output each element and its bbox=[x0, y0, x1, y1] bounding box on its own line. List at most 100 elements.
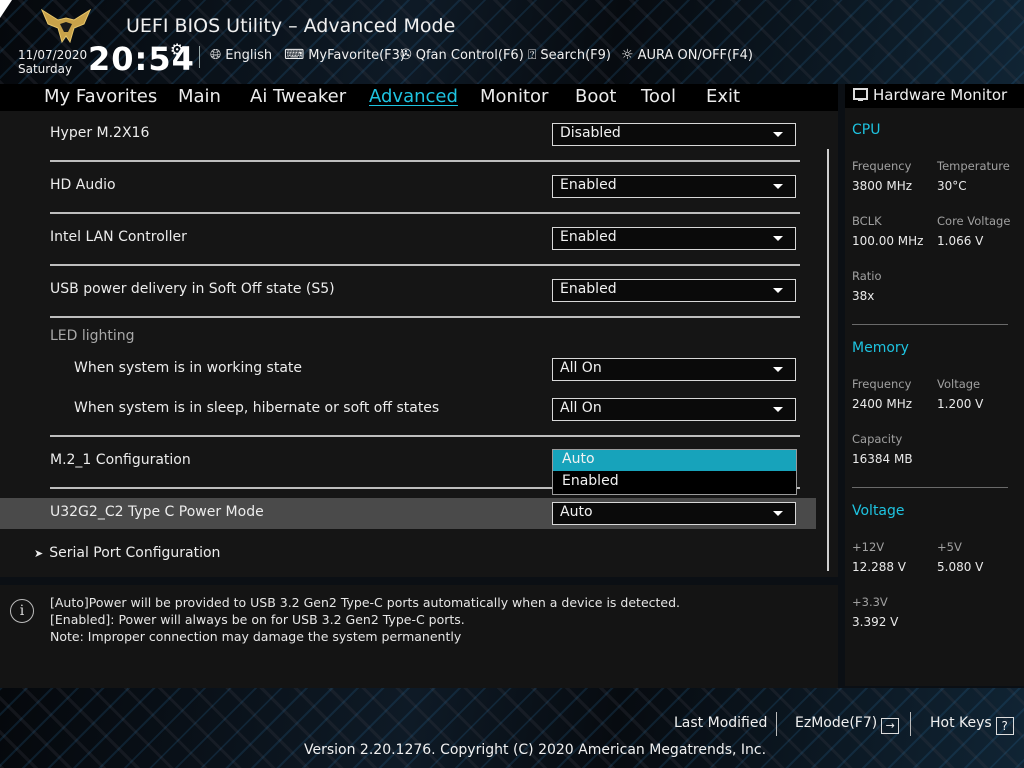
language-label: English bbox=[225, 47, 273, 63]
help-text-line: [Enabled]: Power will always be on for U… bbox=[50, 612, 465, 627]
search-label: Search(F9) bbox=[540, 47, 611, 63]
settings-gear-icon[interactable]: ⚙ bbox=[170, 40, 184, 59]
hotkeys-label: Hot Keys bbox=[930, 715, 992, 731]
cpu-temperature-label: Temperature bbox=[937, 159, 1010, 173]
mouse-cursor-icon bbox=[0, 0, 12, 18]
v12-value: 12.288 V bbox=[852, 560, 907, 574]
usb-power-dropdown[interactable]: Enabled bbox=[552, 279, 796, 302]
m2-config-label: M.2_1 Configuration bbox=[50, 452, 191, 468]
fan-icon: ✇ bbox=[400, 47, 412, 63]
voltage-section-title: Voltage bbox=[852, 503, 905, 519]
v12-label: +12V bbox=[852, 540, 885, 554]
hd-audio-label: HD Audio bbox=[50, 177, 116, 193]
led-sleep-dropdown[interactable]: All On bbox=[552, 398, 796, 421]
led-lighting-section-label: LED lighting bbox=[50, 328, 135, 344]
monitor-icon bbox=[853, 88, 868, 101]
chevron-down-icon bbox=[773, 236, 783, 241]
cpu-frequency-value: 3800 MHz bbox=[852, 179, 913, 193]
u32g2-dropdown[interactable]: Auto bbox=[552, 502, 796, 525]
hardware-monitor-panel: Hardware Monitor CPU Frequency Temperatu… bbox=[845, 84, 1024, 686]
tab-ai-tweaker[interactable]: Ai Tweaker bbox=[250, 86, 346, 107]
serial-port-label: Serial Port Configuration bbox=[49, 545, 221, 561]
globe-icon: 🌐︎ bbox=[210, 47, 222, 63]
v33-value: 3.392 V bbox=[852, 615, 899, 629]
aura-toggle-button[interactable]: ☼ AURA ON/OFF(F4) bbox=[621, 47, 753, 63]
window-title: UEFI BIOS Utility – Advanced Mode bbox=[126, 15, 456, 37]
hardware-monitor-header: Hardware Monitor bbox=[845, 84, 1024, 108]
help-search-icon: ⍰ bbox=[528, 47, 537, 63]
tab-advanced[interactable]: Advanced bbox=[369, 86, 458, 107]
intel-lan-dropdown[interactable]: Enabled bbox=[552, 227, 796, 250]
popup-option-enabled[interactable]: Enabled bbox=[553, 472, 796, 493]
tab-exit[interactable]: Exit bbox=[706, 86, 740, 107]
version-text: Version 2.20.1276. Copyright (C) 2020 Am… bbox=[304, 742, 767, 758]
section-divider bbox=[852, 324, 1008, 325]
qfan-control-button[interactable]: ✇ Qfan Control(F6) bbox=[400, 47, 524, 63]
search-button[interactable]: ⍰ Search(F9) bbox=[528, 47, 611, 63]
row-divider bbox=[50, 160, 800, 162]
date-display: 11/07/2020 Saturday bbox=[18, 48, 87, 76]
ratio-value: 38x bbox=[852, 289, 875, 303]
language-button[interactable]: 🌐︎ English bbox=[210, 47, 272, 63]
serial-port-config-link[interactable]: ➤ Serial Port Configuration bbox=[34, 545, 220, 561]
hyper-m2-value: Disabled bbox=[560, 125, 621, 141]
row-divider bbox=[50, 316, 800, 318]
ezmode-label: EzMode(F7) bbox=[795, 715, 878, 731]
popup-option-enabled-label: Enabled bbox=[562, 473, 619, 489]
bclk-label: BCLK bbox=[852, 214, 882, 228]
v5-value: 5.080 V bbox=[937, 560, 984, 574]
qfan-label: Qfan Control(F6) bbox=[415, 47, 524, 63]
help-text-line: [Auto]Power will be provided to USB 3.2 … bbox=[50, 595, 681, 610]
memory-frequency-label: Frequency bbox=[852, 377, 912, 391]
main-menu-bar: My Favorites Main Ai Tweaker Advanced Mo… bbox=[0, 84, 838, 111]
exit-arrow-icon: → bbox=[881, 718, 900, 734]
section-divider bbox=[852, 487, 1008, 488]
tab-main[interactable]: Main bbox=[178, 86, 221, 107]
footer-divider bbox=[910, 712, 911, 736]
ezmode-button[interactable]: EzMode(F7) → bbox=[795, 715, 900, 734]
v33-label: +3.3V bbox=[852, 595, 888, 609]
hardware-monitor-title: Hardware Monitor bbox=[873, 86, 1008, 104]
tab-tool[interactable]: Tool bbox=[641, 86, 676, 107]
memory-section-title: Memory bbox=[852, 340, 909, 356]
chevron-down-icon bbox=[773, 132, 783, 137]
footer-divider bbox=[776, 712, 777, 736]
hd-audio-dropdown[interactable]: Enabled bbox=[552, 175, 796, 198]
tab-my-favorites[interactable]: My Favorites bbox=[44, 86, 157, 107]
hyper-m2-label: Hyper M.2X16 bbox=[50, 125, 150, 141]
cpu-section-title: CPU bbox=[852, 122, 881, 138]
chevron-down-icon bbox=[773, 407, 783, 412]
core-voltage-value: 1.066 V bbox=[937, 234, 984, 248]
help-text-line: Note: Improper connection may damage the… bbox=[50, 629, 462, 644]
tab-boot[interactable]: Boot bbox=[575, 86, 616, 107]
u32g2-label: U32G2_C2 Type C Power Mode bbox=[50, 504, 264, 520]
cpu-temperature-value: 30°C bbox=[937, 179, 967, 193]
chevron-right-icon: ➤ bbox=[34, 547, 44, 560]
usb-power-value: Enabled bbox=[560, 281, 617, 297]
popup-option-auto[interactable]: Auto bbox=[553, 450, 796, 471]
bclk-value: 100.00 MHz bbox=[852, 234, 924, 248]
myfavorite-label: MyFavorite(F3) bbox=[308, 47, 405, 63]
led-working-dropdown[interactable]: All On bbox=[552, 358, 796, 381]
tab-monitor[interactable]: Monitor bbox=[480, 86, 548, 107]
hd-audio-value: Enabled bbox=[560, 177, 617, 193]
myfavorite-button[interactable]: ⌨ MyFavorite(F3) bbox=[284, 47, 405, 63]
question-icon: ? bbox=[995, 717, 1014, 735]
chevron-down-icon bbox=[773, 367, 783, 372]
led-working-value: All On bbox=[560, 360, 602, 376]
core-voltage-label: Core Voltage bbox=[937, 214, 1011, 228]
hotkeys-button[interactable]: Hot Keys? bbox=[930, 715, 1014, 735]
hyper-m2-dropdown[interactable]: Disabled bbox=[552, 123, 796, 146]
v5-label: +5V bbox=[937, 540, 962, 554]
day-text: Saturday bbox=[18, 62, 73, 76]
date-text: 11/07/2020 bbox=[18, 48, 88, 62]
scrollbar[interactable] bbox=[827, 149, 829, 571]
aura-label: AURA ON/OFF(F4) bbox=[637, 47, 753, 63]
ratio-label: Ratio bbox=[852, 269, 882, 283]
memory-voltage-label: Voltage bbox=[937, 377, 981, 391]
popup-option-auto-label: Auto bbox=[562, 451, 595, 467]
cpu-frequency-label: Frequency bbox=[852, 159, 912, 173]
memory-frequency-value: 2400 MHz bbox=[852, 397, 913, 411]
last-modified-button[interactable]: Last Modified bbox=[674, 715, 767, 731]
tuf-logo-icon bbox=[40, 8, 92, 44]
